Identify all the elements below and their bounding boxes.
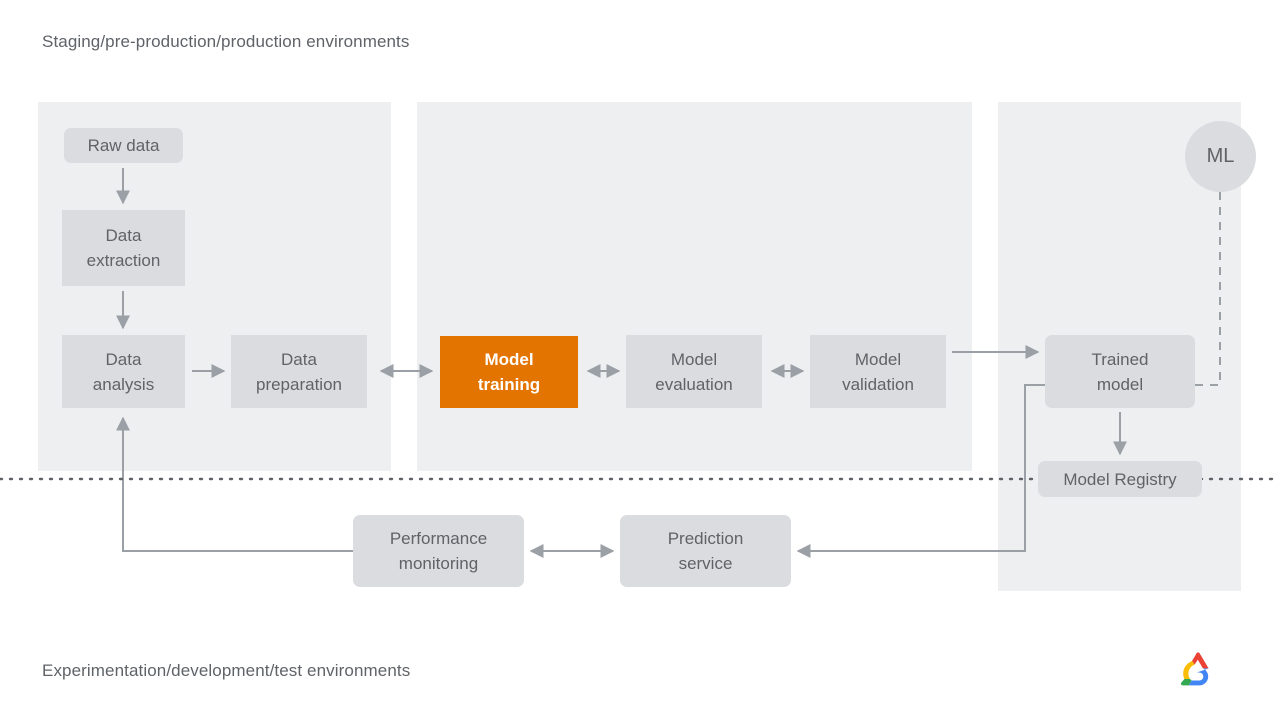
bottom-environment-label: Experimentation/development/test environ… <box>42 661 411 680</box>
node-raw-data[interactable]: Raw data <box>64 128 183 163</box>
node-performance-monitoring[interactable]: Performance monitoring <box>353 515 524 587</box>
logo-blue-segment <box>1188 668 1209 686</box>
node-trained-model[interactable]: Trained model <box>1045 335 1195 408</box>
logo-red-segment <box>1192 652 1209 669</box>
google-cloud-logo <box>1180 652 1209 686</box>
node-data-extraction[interactable]: Data extraction <box>62 210 185 286</box>
node-data-analysis[interactable]: Data analysis <box>62 335 185 408</box>
node-data-preparation[interactable]: Data preparation <box>231 335 367 408</box>
node-model-registry[interactable]: Model Registry <box>1038 461 1202 497</box>
logo-yellow-segment <box>1183 661 1195 679</box>
panel-training <box>417 102 972 471</box>
node-model-training[interactable]: Model training <box>440 336 578 408</box>
node-model-validation[interactable]: Model validation <box>810 335 946 408</box>
node-model-evaluation[interactable]: Model evaluation <box>626 335 762 408</box>
diagram-canvas: Staging/pre-production/production enviro… <box>0 0 1280 720</box>
node-prediction-service[interactable]: Prediction service <box>620 515 791 587</box>
top-environment-label: Staging/pre-production/production enviro… <box>42 32 410 51</box>
node-ml-badge[interactable]: ML <box>1185 121 1256 192</box>
